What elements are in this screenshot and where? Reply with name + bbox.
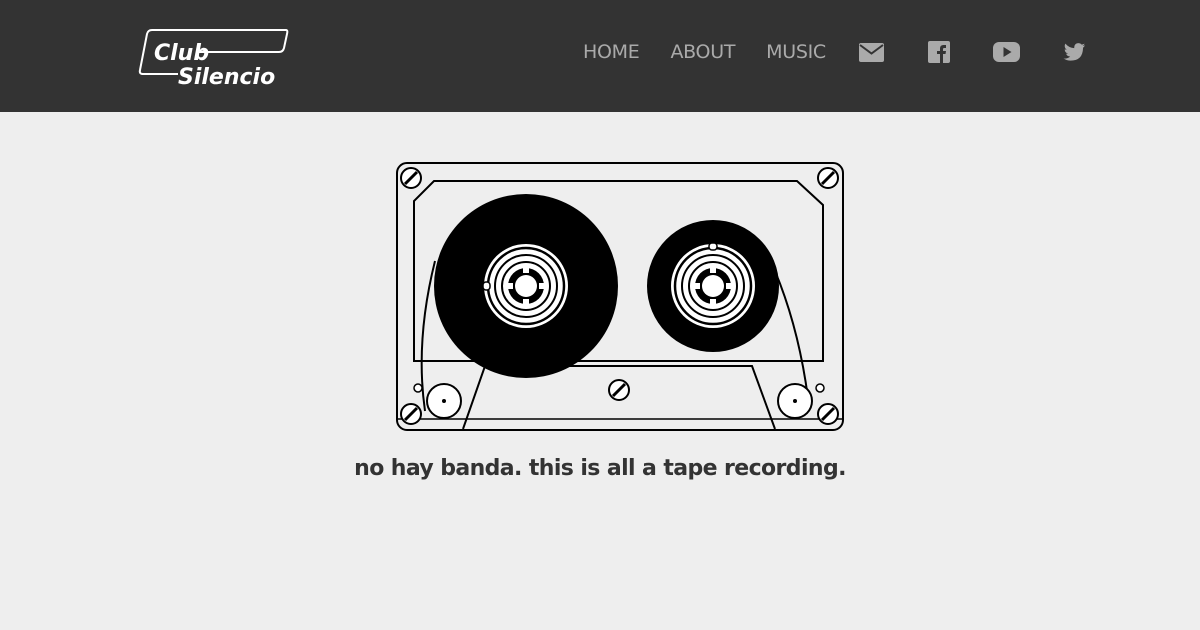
facebook-icon[interactable]	[928, 40, 950, 64]
tagline-text: no hay banda. this is all a tape recordi…	[354, 456, 846, 481]
twitter-icon[interactable]	[1063, 40, 1086, 64]
main-nav: HOME ABOUT MUSIC	[583, 39, 826, 65]
site-header: Club Silencio HOME ABOUT MUSIC	[0, 0, 1200, 112]
envelope-icon[interactable]	[859, 40, 884, 64]
nav-home-link[interactable]: HOME	[583, 39, 640, 65]
club-silencio-logo[interactable]: Club Silencio	[138, 28, 290, 90]
cassette-tape-illustration	[395, 161, 845, 432]
logo-word-club: Club	[154, 41, 209, 66]
youtube-icon[interactable]	[993, 40, 1020, 64]
nav-music-link[interactable]: MUSIC	[766, 39, 826, 65]
nav-about-link[interactable]: ABOUT	[670, 39, 735, 65]
logo-word-silencio: Silencio	[178, 65, 275, 88]
